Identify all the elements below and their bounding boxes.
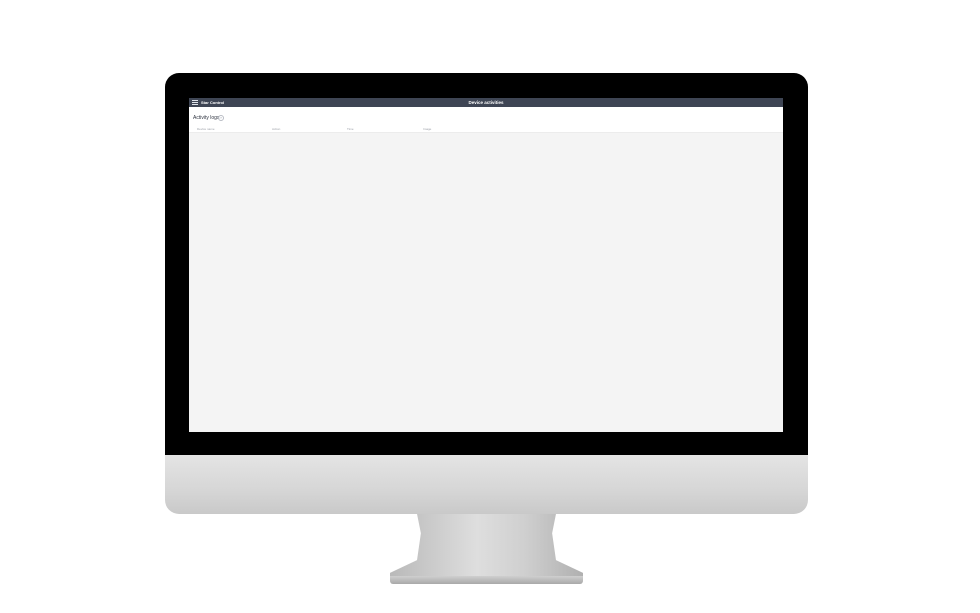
monitor-stand-base [390,576,583,584]
activity-logs-panel: Activity logs ? Device name Action Time … [189,107,783,133]
column-header-action[interactable]: Action [272,127,280,131]
monitor-stand [390,514,583,578]
monitor-chin [165,455,808,514]
monitor-screen: Star Control Device activities Activity … [189,98,783,432]
column-header-image[interactable]: Image [423,127,431,131]
help-icon[interactable]: ? [218,115,224,121]
column-header-device-name[interactable]: Device name [197,127,215,131]
table-header-divider [189,132,783,133]
page-title: Device activities [468,100,504,105]
top-bar: Star Control Device activities [189,98,783,107]
activity-logs-title: Activity logs [193,115,220,121]
column-header-time[interactable]: Time [347,127,354,131]
